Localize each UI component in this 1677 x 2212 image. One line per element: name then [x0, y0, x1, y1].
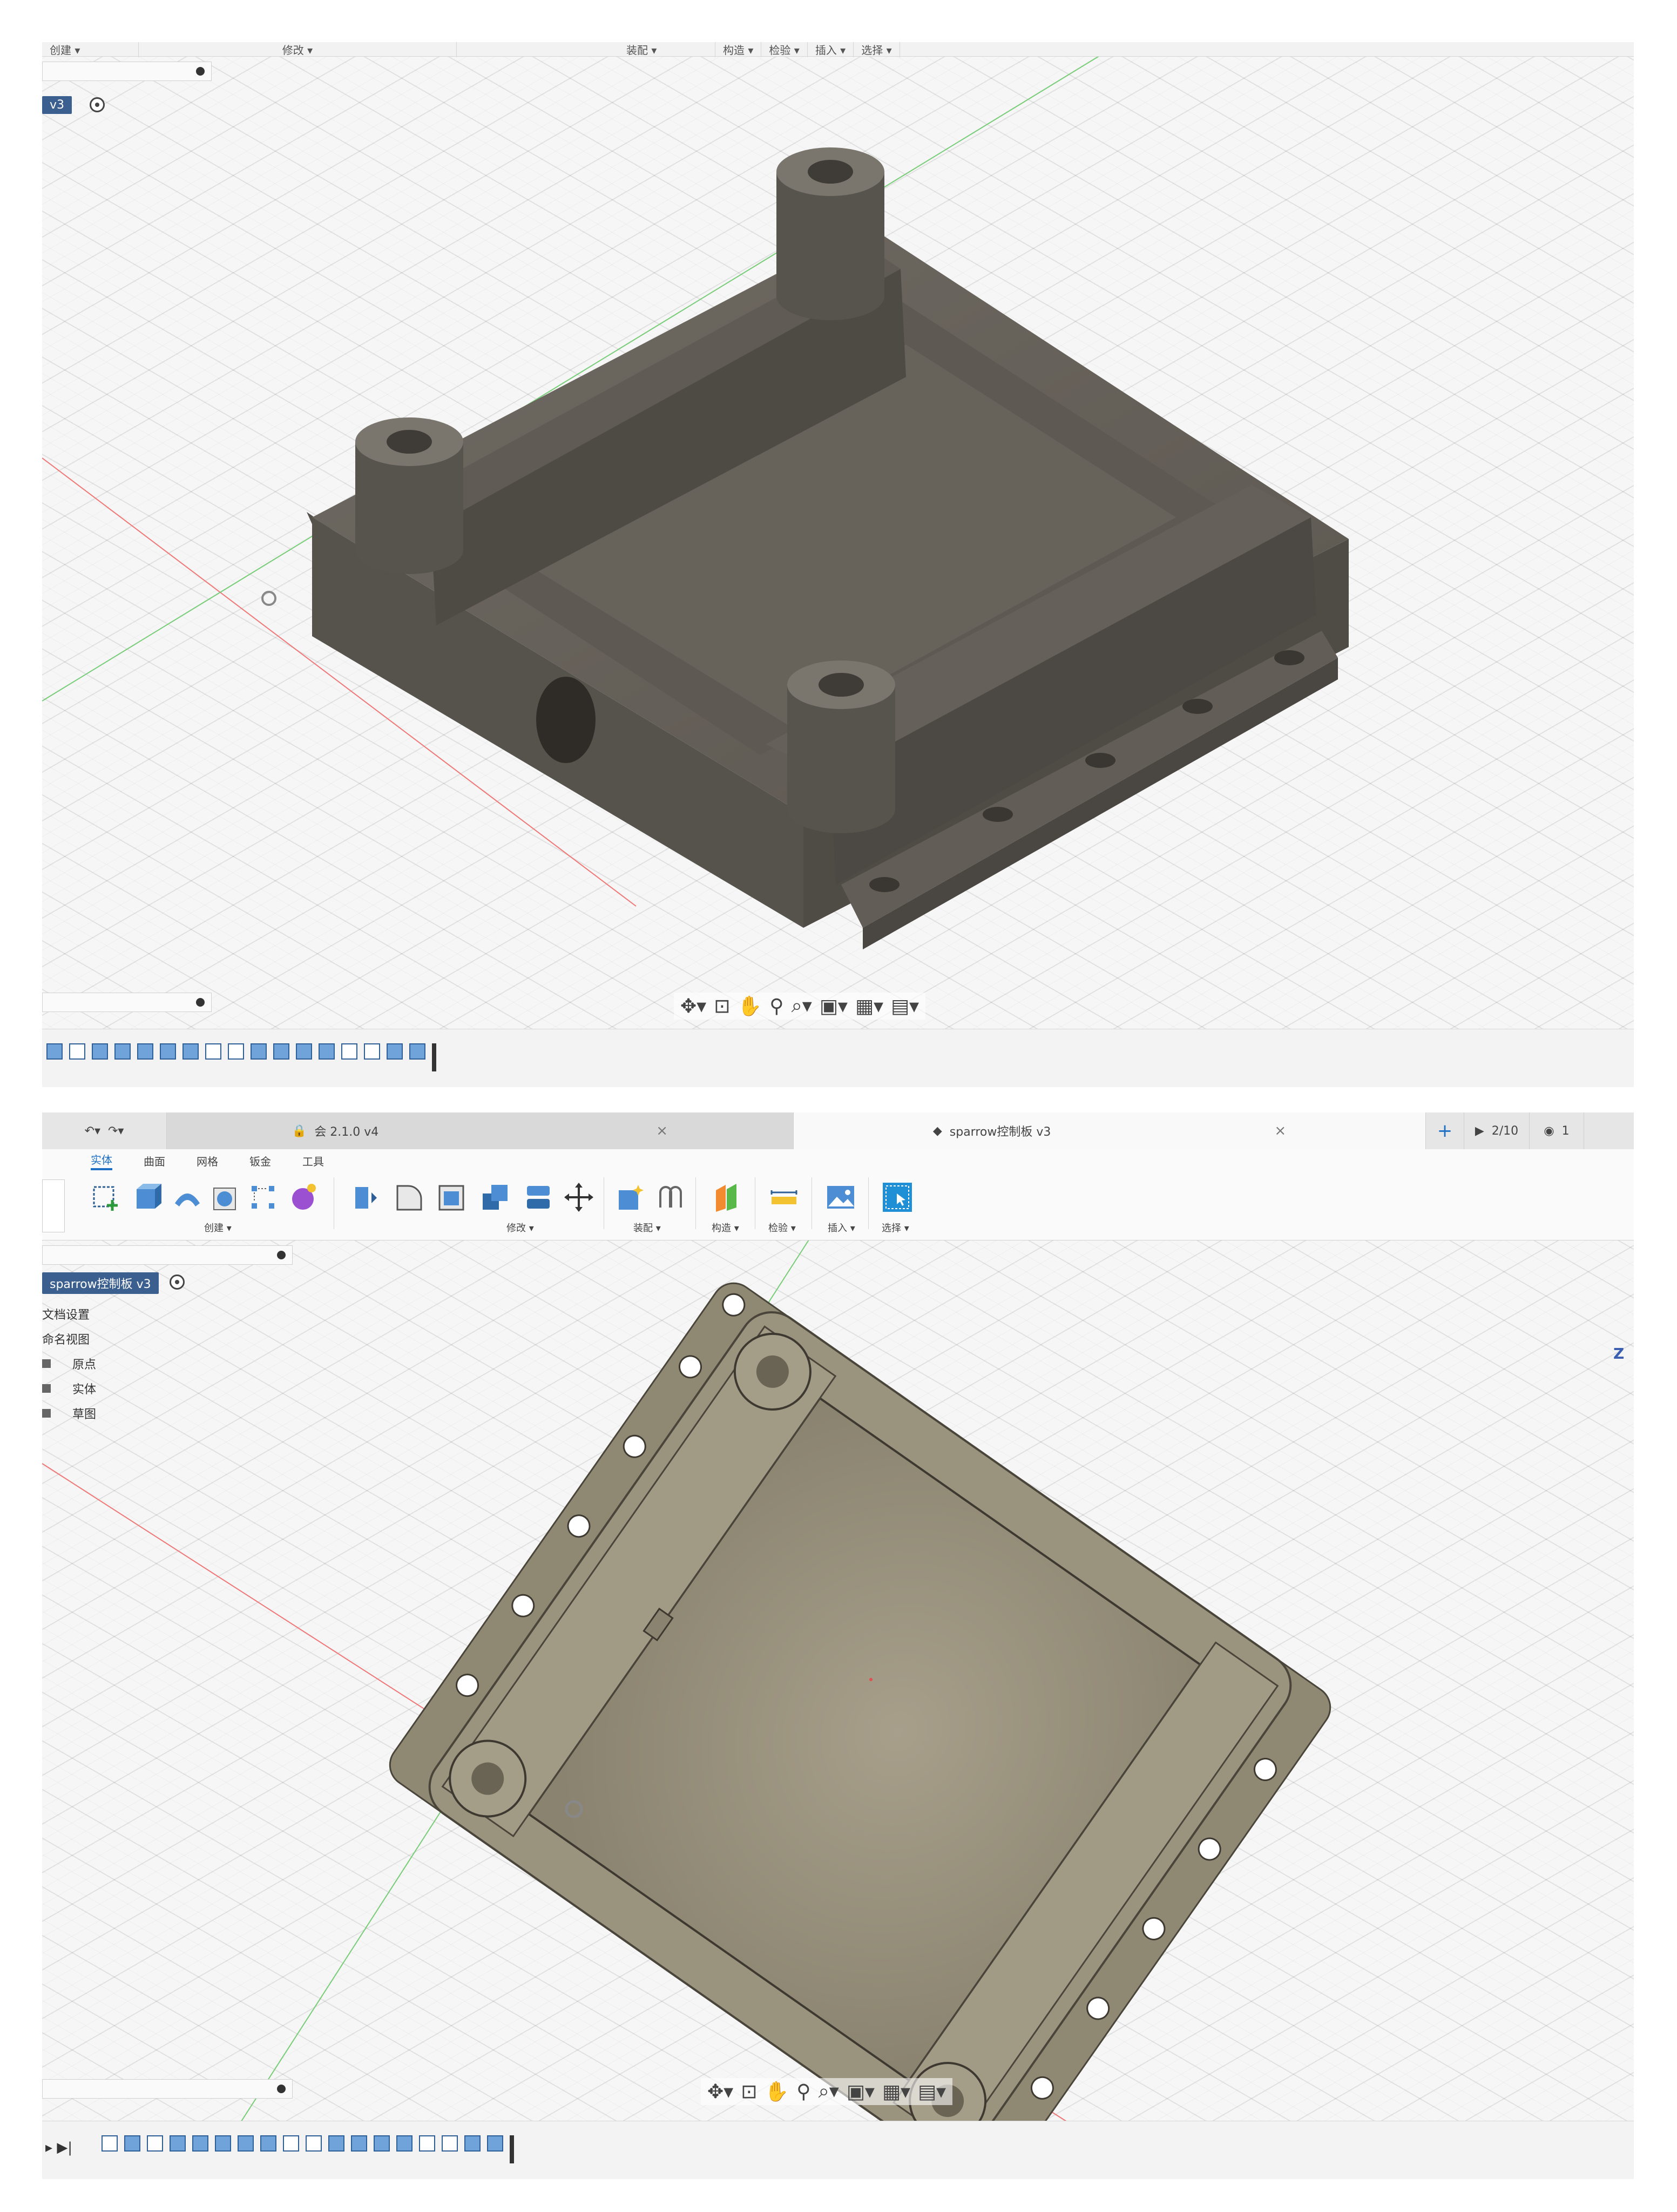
timeline-feature[interactable] [46, 1043, 63, 1060]
model-3d-top[interactable] [42, 1112, 1634, 2179]
timeline-feature[interactable] [396, 2135, 413, 2152]
comments-panel-header[interactable] [42, 2079, 293, 2099]
timeline-feature[interactable] [487, 2135, 503, 2152]
timeline-sketch[interactable] [419, 2135, 435, 2152]
timeline-feature[interactable] [409, 1043, 425, 1060]
timeline-bar [42, 1029, 1634, 1087]
timeline-play-icon[interactable]: ▸ ▶| [45, 2140, 72, 2156]
timeline-sketch[interactable] [364, 1043, 380, 1060]
timeline-feature[interactable] [251, 1043, 267, 1060]
fit-icon[interactable]: ⌕▾ [792, 995, 812, 1017]
zoom-icon[interactable]: ⚲ [796, 2081, 810, 2103]
orbit-icon[interactable]: ✥▾ [680, 995, 706, 1017]
timeline-feature[interactable] [351, 2135, 367, 2152]
viewport-screenshot-1: 创建 ▾ 修改 ▾ 装配 ▾ 构造 ▾ 检验 ▾ 插入 ▾ 选择 ▾ v3 ✥▾… [42, 42, 1634, 1087]
timeline-feature[interactable] [387, 1043, 403, 1060]
orbit-icon[interactable]: ✥▾ [707, 2081, 733, 2103]
navigation-bar: ✥▾ ⊡ ✋ ⚲ ⌕▾ ▣▾ ▦▾ ▤▾ [674, 993, 926, 1020]
grid-settings-icon[interactable]: ▦▾ [882, 2081, 910, 2103]
navigation-bar: ✥▾ ⊡ ✋ ⚲ ⌕▾ ▣▾ ▦▾ ▤▾ [701, 2078, 953, 2105]
timeline-marker[interactable] [432, 1043, 436, 1071]
timeline-marker[interactable] [510, 2135, 514, 2163]
timeline-feature[interactable] [374, 2135, 390, 2152]
timeline-feature[interactable] [273, 1043, 289, 1060]
comments-pin-icon[interactable] [196, 998, 205, 1007]
display-settings-icon[interactable]: ▣▾ [820, 995, 848, 1017]
timeline-feature[interactable] [124, 2135, 140, 2152]
timeline-sketch[interactable] [205, 1043, 221, 1060]
timeline-feature[interactable] [238, 2135, 254, 2152]
timeline-feature[interactable] [215, 2135, 231, 2152]
comments-panel-header[interactable] [42, 993, 212, 1012]
timeline-sketch[interactable] [283, 2135, 299, 2152]
timeline-feature[interactable] [182, 1043, 199, 1060]
timeline-feature[interactable] [114, 1043, 131, 1060]
timeline-feature[interactable] [464, 2135, 481, 2152]
timeline-sketch[interactable] [442, 2135, 458, 2152]
timeline-sketch[interactable] [306, 2135, 322, 2152]
fit-icon[interactable]: ⌕▾ [819, 2080, 839, 2103]
zoom-icon[interactable]: ⚲ [769, 995, 783, 1017]
grid-settings-icon[interactable]: ▦▾ [855, 995, 883, 1017]
pan-icon[interactable]: ✋ [738, 995, 762, 1017]
timeline-sketch[interactable] [147, 2135, 163, 2152]
timeline-feature[interactable] [192, 2135, 208, 2152]
model-3d-isometric[interactable] [42, 42, 1634, 1087]
timeline-bar: ▸ ▶| [42, 2121, 1634, 2179]
viewports-icon[interactable]: ▤▾ [891, 995, 919, 1017]
timeline-sketch[interactable] [228, 1043, 244, 1060]
timeline-feature[interactable] [160, 1043, 176, 1060]
timeline-feature[interactable] [319, 1043, 335, 1060]
timeline-feature[interactable] [92, 1043, 108, 1060]
look-at-icon[interactable]: ⊡ [741, 2081, 757, 2103]
timeline-sketch[interactable] [341, 1043, 357, 1060]
timeline-feature[interactable] [260, 2135, 276, 2152]
viewport-screenshot-2: ↶▾ ↷▾ 🔒 会 2.1.0 v4 × ◆ sparrow控制板 v3 × +… [42, 1112, 1634, 2179]
pan-icon[interactable]: ✋ [765, 2080, 789, 2103]
look-at-icon[interactable]: ⊡ [714, 995, 730, 1017]
timeline-feature[interactable] [137, 1043, 153, 1060]
timeline-feature[interactable] [328, 2135, 344, 2152]
timeline-feature[interactable] [170, 2135, 186, 2152]
timeline-sketch[interactable] [102, 2135, 118, 2152]
standoff-front [787, 660, 895, 833]
standoff-left [355, 417, 463, 574]
comments-pin-icon[interactable] [277, 2085, 286, 2093]
viewports-icon[interactable]: ▤▾ [918, 2081, 946, 2103]
timeline-feature[interactable] [296, 1043, 312, 1060]
standoff-back [776, 147, 884, 320]
display-settings-icon[interactable]: ▣▾ [847, 2081, 875, 2103]
timeline-sketch[interactable] [69, 1043, 85, 1060]
